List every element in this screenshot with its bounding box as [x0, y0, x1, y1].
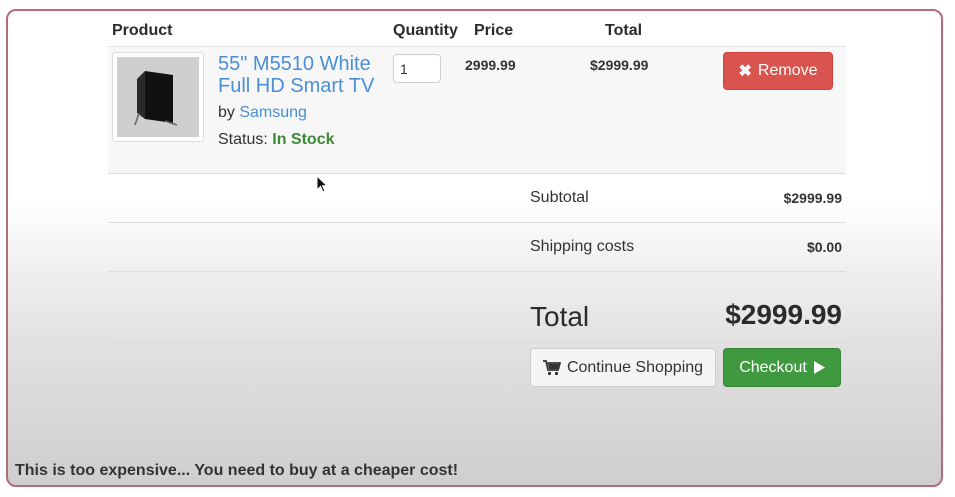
subtotal-label: Subtotal: [530, 189, 589, 206]
caption-text: This is too expensive... You need to buy…: [15, 462, 459, 479]
by-label: by: [218, 104, 235, 121]
header-product: Product: [112, 22, 173, 39]
cart-icon: [542, 359, 561, 375]
checkout-label: Checkout: [739, 358, 807, 376]
status-badge: In Stock: [272, 131, 335, 148]
close-icon: ✖: [738, 63, 752, 80]
divider: [108, 343, 846, 344]
divider: [108, 173, 846, 174]
status-label: Status:: [218, 131, 268, 148]
grand-total-label: Total: [530, 301, 590, 332]
subtotal-value: $2999.99: [783, 190, 842, 206]
cart-frame: Product Quantity Price Total 55" M5510 W…: [6, 9, 943, 487]
item-price: 2999.99: [465, 57, 516, 73]
continue-shopping-label: Continue Shopping: [566, 358, 704, 376]
remove-label: Remove: [757, 62, 818, 79]
brand-link[interactable]: Samsung: [239, 104, 307, 121]
tv-icon: [117, 57, 199, 137]
cart-item-row: 55" M5510 White Full HD Smart TV by Sams…: [108, 46, 846, 174]
tv-image: [117, 57, 199, 137]
divider: [108, 222, 846, 223]
continue-shopping-button[interactable]: Continue Shopping: [530, 348, 716, 387]
mouse-cursor-icon: [317, 176, 329, 193]
remove-button[interactable]: ✖ Remove: [723, 52, 833, 90]
product-name-link[interactable]: 55" M5510 White Full HD Smart TV: [218, 53, 393, 97]
header-quantity: Quantity: [393, 22, 458, 39]
grand-total-value: $2999.99: [725, 299, 842, 330]
header-price: Price: [474, 22, 514, 39]
divider: [108, 271, 846, 272]
product-brand-line: by Samsung: [218, 104, 307, 122]
quantity-input[interactable]: [393, 54, 441, 83]
checkout-button[interactable]: Checkout: [723, 348, 841, 387]
item-total: $2999.99: [590, 57, 649, 73]
shipping-label: Shipping costs: [530, 238, 635, 255]
product-status-line: Status: In Stock: [218, 131, 335, 149]
product-thumbnail[interactable]: [112, 52, 204, 142]
header-total: Total: [605, 22, 643, 39]
play-icon: [813, 361, 825, 374]
shipping-value: $0.00: [806, 239, 842, 255]
